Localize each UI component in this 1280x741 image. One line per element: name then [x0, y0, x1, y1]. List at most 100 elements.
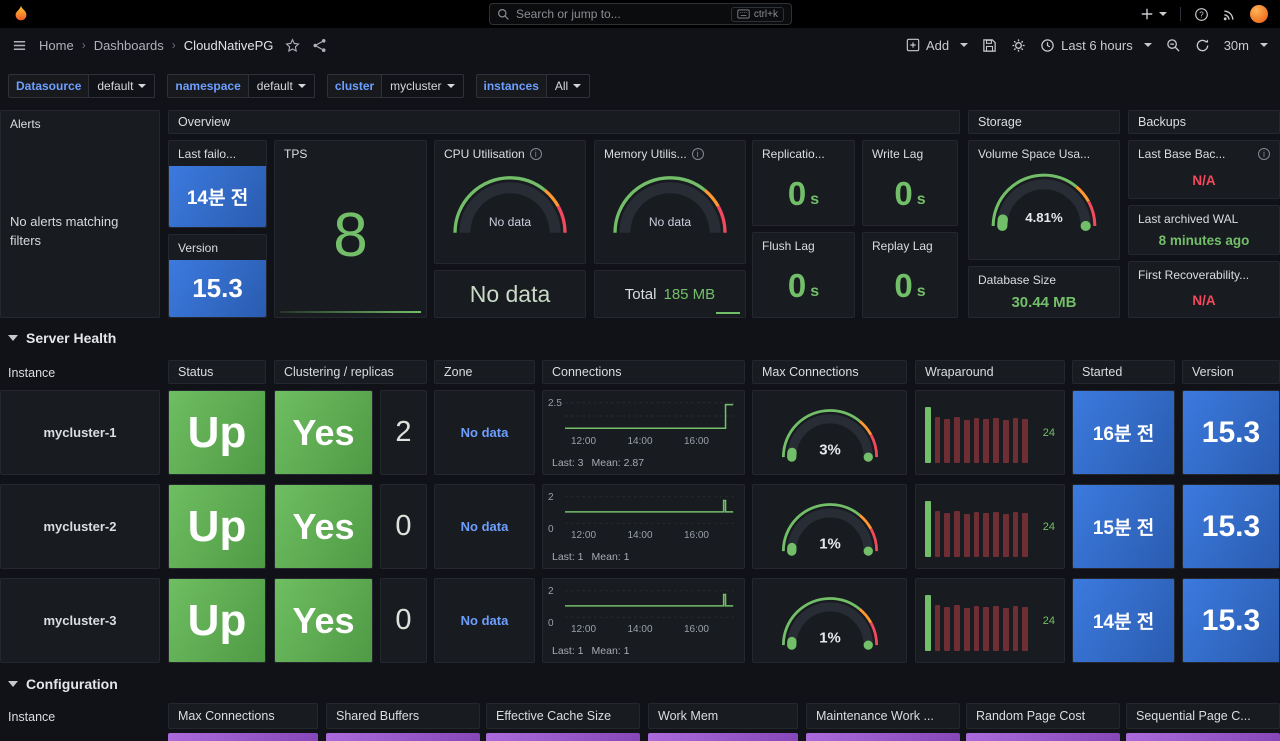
toolbar-actions: Add Last 6 hours 30m	[906, 38, 1268, 53]
replay-lag-stat: 0s	[894, 267, 926, 304]
chart-legend[interactable]: Last: 1 Mean: 1	[552, 645, 629, 657]
help-icon[interactable]: ?	[1194, 7, 1209, 22]
search-input[interactable]	[516, 7, 725, 21]
panel-title[interactable]: Last failo...	[169, 141, 266, 167]
menu-toggle-icon[interactable]	[12, 38, 27, 53]
wraparound-chart: 24	[915, 390, 1065, 475]
col-header-connections: Connections	[542, 360, 745, 384]
breadcrumb-dashboards[interactable]: Dashboards	[94, 38, 164, 53]
add-button[interactable]: Add	[906, 37, 969, 53]
panel-last-archived-wal: Last archived WAL 8 minutes ago	[1128, 205, 1280, 255]
replicas-stat: 2	[380, 390, 427, 475]
flush-lag-stat: 0s	[787, 267, 820, 304]
news-icon[interactable]	[1222, 7, 1237, 22]
zone-stat: No data	[434, 390, 535, 475]
breadcrumb-home[interactable]: Home	[39, 38, 74, 53]
gauge: 1%	[781, 503, 878, 556]
bar-chart	[925, 590, 1029, 651]
star-icon[interactable]	[285, 37, 301, 53]
row-header-storage[interactable]: Storage	[968, 110, 1120, 134]
section-configuration[interactable]: Configuration	[8, 676, 118, 692]
col-header-max-connections: Max Connections	[752, 360, 907, 384]
new-menu-button[interactable]	[1140, 7, 1167, 21]
info-icon[interactable]: i	[691, 148, 704, 160]
replication-lag-stat: 0s	[787, 175, 820, 212]
user-avatar[interactable]	[1250, 5, 1268, 23]
filter-cluster-value[interactable]: mycluster	[382, 74, 464, 98]
panel-title[interactable]: Volume Space Usa...	[969, 141, 1119, 167]
max-connections-gauge: 1%	[752, 578, 907, 663]
dashboard-toolbar: Home › Dashboards › CloudNativePG Add La…	[0, 28, 1280, 62]
instance-name: mycluster-3	[0, 578, 160, 663]
panel-version: Version 15.3	[168, 234, 267, 318]
database-size-stat: 30.44 MB	[1011, 293, 1077, 311]
col-header-maintenance-work-mem: Maintenance Work ...	[806, 703, 960, 729]
svg-text:1%: 1%	[819, 629, 841, 646]
info-icon[interactable]: i	[1258, 148, 1270, 160]
filter-datasource-label: Datasource	[8, 74, 90, 98]
info-icon[interactable]: i	[529, 148, 542, 160]
panel-memory-total: Total 185 MB	[594, 270, 746, 318]
share-icon[interactable]	[312, 38, 327, 53]
chevron-down-icon	[960, 43, 969, 47]
time-range-picker[interactable]: Last 6 hours	[1040, 38, 1152, 53]
panel-first-recoverability: First Recoverability... N/A	[1128, 261, 1280, 318]
last-base-backup-stat: N/A	[1192, 173, 1216, 188]
shortcut-label: ctrl+k	[753, 8, 778, 20]
refresh-interval-picker[interactable]: 30m	[1224, 38, 1268, 53]
col-header-wraparound: Wraparound	[915, 360, 1065, 384]
tps-stat: 8	[333, 200, 368, 270]
grafana-logo-icon[interactable]	[12, 5, 30, 23]
svg-text:No data: No data	[649, 215, 692, 229]
panel-database-size: Database Size 30.44 MB	[968, 266, 1120, 318]
settings-gear-icon[interactable]	[1011, 38, 1026, 53]
add-label: Add	[926, 37, 950, 53]
filter-datasource-value[interactable]: default	[89, 74, 156, 98]
row-header-backups[interactable]: Backups	[1128, 110, 1280, 134]
zone-stat: No data	[434, 484, 535, 569]
panel-title[interactable]: CPU Utilisation i	[435, 141, 585, 167]
wraparound-value: 24	[1042, 614, 1055, 627]
y-axis-max: 2.5	[548, 398, 562, 409]
chart-legend[interactable]: Last: 1 Mean: 1	[552, 551, 629, 663]
wraparound-value: 24	[1042, 426, 1055, 439]
panel-flush-lag: Flush Lag 0s	[752, 232, 855, 318]
connections-chart: 2 0 12:00 14:00 16:00 Last: 1 Mean: 1	[542, 484, 745, 663]
topbar-actions: ?	[1140, 5, 1268, 23]
refresh-icon[interactable]	[1195, 38, 1210, 53]
first-recoverability-stat: N/A	[1192, 293, 1216, 308]
section-server-health[interactable]: Server Health	[8, 330, 116, 346]
col-header-shared-buffers: Shared Buffers	[326, 703, 480, 729]
x-axis-ticks: 12:00 14:00 16:00	[571, 436, 709, 447]
top-bar: ctrl+k ?	[0, 0, 1280, 28]
x-axis-ticks: 12:00 14:00 16:00	[571, 530, 709, 541]
row-header-overview[interactable]: Overview	[168, 110, 960, 134]
panel-alerts: Alerts No alerts matching filters	[0, 110, 160, 318]
config-stat-partial	[648, 733, 798, 741]
search-box[interactable]: ctrl+k	[489, 3, 792, 25]
panel-tps: TPS 8	[274, 140, 427, 318]
panel-volume-space: Volume Space Usa... 4.81%	[968, 140, 1120, 260]
chart-legend[interactable]: Last: 3 Mean: 2.87	[552, 457, 644, 569]
gauge: 1%	[781, 597, 878, 650]
svg-text:4.81%: 4.81%	[1025, 210, 1063, 225]
panel-title[interactable]: Version	[169, 235, 266, 261]
filter-cluster-label: cluster	[326, 74, 383, 98]
instance-column-label: Instance	[8, 366, 56, 380]
panel-title[interactable]: Alerts	[1, 111, 159, 137]
panel-title[interactable]: Memory Utilis... i	[595, 141, 745, 167]
save-dashboard-icon[interactable]	[982, 38, 997, 53]
col-header-clustering: Clustering / replicas	[274, 360, 427, 384]
memory-sparkline	[716, 312, 740, 314]
cpu-gauge: No data	[453, 176, 567, 233]
config-stat-partial	[806, 733, 960, 741]
breadcrumb-current: CloudNativePG	[183, 37, 274, 53]
instance-name: mycluster-1	[0, 390, 160, 475]
connections-sparkline	[565, 590, 737, 618]
chevron-down-icon	[573, 84, 582, 88]
zoom-out-icon[interactable]	[1166, 38, 1181, 53]
filter-instances-value[interactable]: All	[546, 74, 591, 98]
clustering-stat: Yes	[274, 484, 373, 569]
filter-namespace-value[interactable]: default	[248, 74, 315, 98]
chevron-down-icon	[297, 84, 306, 88]
